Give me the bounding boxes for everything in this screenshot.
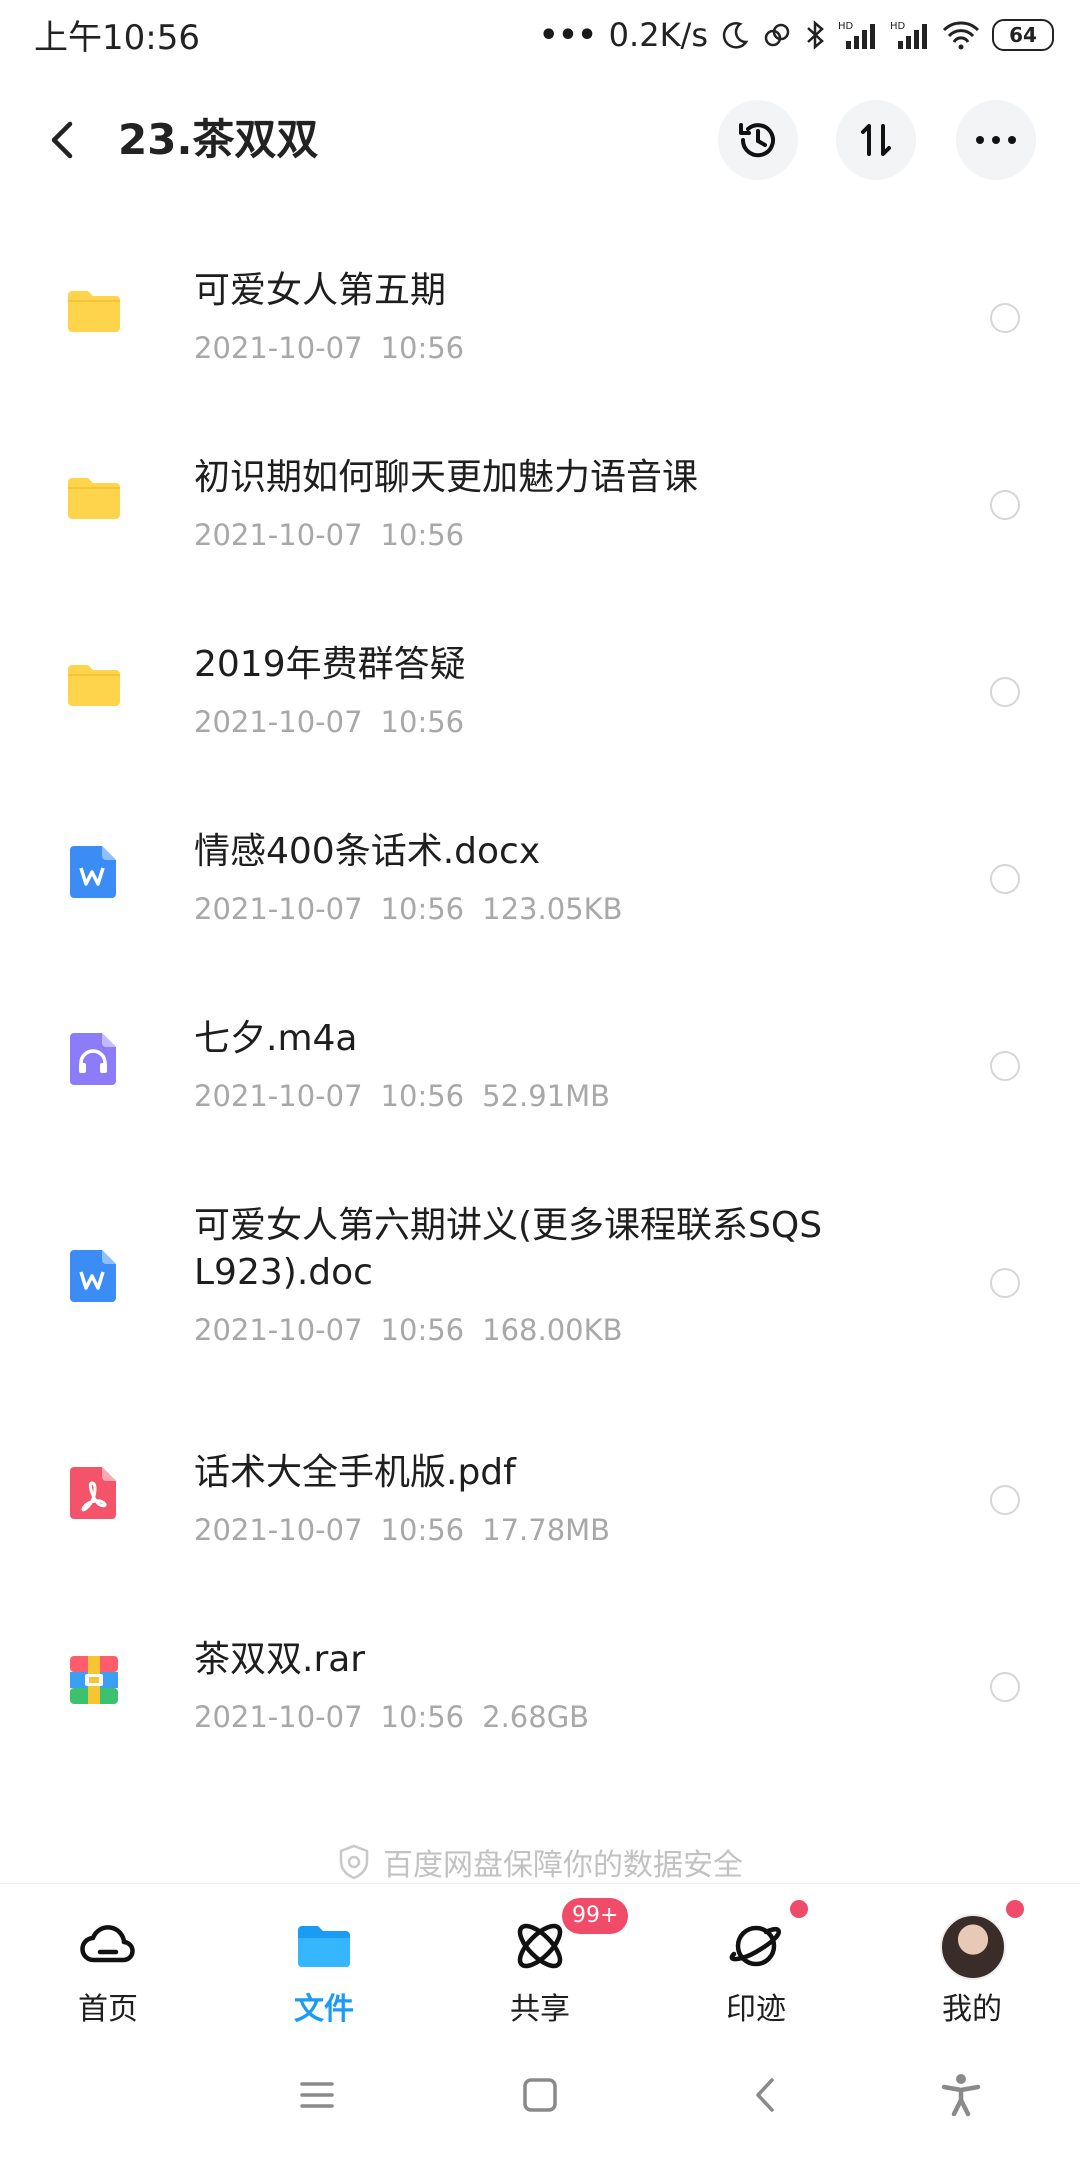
page-title: 23.茶双双 (118, 115, 319, 164)
tab-home[interactable]: 首页 (33, 1914, 183, 2027)
more-notifications-icon: ••• (539, 17, 597, 53)
status-time: 上午10:56 (34, 18, 200, 58)
chevron-left-icon (51, 121, 73, 159)
status-icons: ••• 0.2K/s HD HD 64 (539, 10, 1054, 60)
file-meta: 2021-10-07 10:56 (194, 518, 465, 552)
share-notification-badge: 99+ (562, 1898, 629, 1934)
app-header: 23.茶双双 (0, 90, 1080, 190)
svg-text:HD: HD (838, 21, 854, 32)
file-name: 初识期如何聊天更加魅力语音课 (194, 457, 699, 498)
traces-red-dot (788, 1898, 810, 1920)
folder-icon (68, 478, 120, 519)
select-checkbox[interactable] (990, 1485, 1020, 1515)
file-list: 可爱女人第五期 2021-10-07 10:56 初识期如何聊天更加魅力语音课 2… (0, 215, 1080, 1771)
file-name: 茶双双.rar (194, 1639, 366, 1680)
more-dots-icon (976, 136, 1016, 144)
share-orbit-icon (517, 1923, 563, 1969)
mine-red-dot (1004, 1898, 1026, 1920)
more-options-button[interactable] (956, 100, 1036, 180)
file-meta: 2021-10-07 10:56 (194, 331, 465, 365)
planet-icon (729, 1925, 782, 1967)
security-note-text: 百度网盘保障你的数据安全 (383, 1848, 743, 1883)
tab-label: 共享 (510, 1992, 570, 2027)
file-row-archive[interactable]: 茶双双.rar 2021-10-07 10:56 2.68GB (0, 1584, 1080, 1771)
select-checkbox[interactable] (990, 1268, 1020, 1298)
tab-label: 我的 (942, 1992, 1002, 2027)
wifi-icon (942, 21, 980, 50)
select-checkbox[interactable] (990, 1051, 1020, 1081)
tab-label: 首页 (78, 1992, 138, 2027)
file-meta: 2021-10-07 10:56 52.91MB (194, 1079, 611, 1113)
sort-button[interactable] (836, 100, 916, 180)
accessibility-icon[interactable] (936, 2070, 986, 2120)
pdf-file-icon (70, 1467, 116, 1519)
signal-icon-2: HD (890, 21, 927, 49)
back-nav-icon[interactable] (742, 2070, 792, 2120)
file-meta: 2021-10-07 10:56 (194, 705, 465, 739)
file-meta: 2021-10-07 10:56 2.68GB (194, 1700, 590, 1734)
sort-arrows-icon (861, 124, 891, 156)
menu-icon[interactable] (292, 2070, 342, 2120)
file-name: 话术大全手机版.pdf (194, 1452, 516, 1493)
system-nav-bar (0, 2030, 1080, 2160)
file-row-folder-3[interactable]: 2019年费群答疑 2021-10-07 10:56 (0, 589, 1080, 776)
archive-file-icon (70, 1656, 118, 1704)
select-checkbox[interactable] (990, 490, 1020, 520)
file-row-folder-2[interactable]: 初识期如何聊天更加魅力语音课 2021-10-07 10:56 (0, 402, 1080, 589)
tab-files[interactable]: 文件 (249, 1914, 399, 2027)
folder-icon (68, 291, 120, 332)
file-name: 情感400条话术.docx (194, 831, 541, 872)
bottom-tab-bar: 首页 文件 共享 印迹 我的 (0, 1883, 1080, 2031)
link-icon (764, 23, 790, 47)
tab-label: 印迹 (726, 1992, 786, 2027)
file-row-audio[interactable]: 七夕.m4a 2021-10-07 10:56 52.91MB (0, 963, 1080, 1150)
file-meta: 2021-10-07 10:56 123.05KB (194, 892, 623, 926)
file-row-pdf[interactable]: 话术大全手机版.pdf 2021-10-07 10:56 17.78MB (0, 1397, 1080, 1584)
tab-label: 文件 (294, 1992, 354, 2027)
file-meta: 2021-10-07 10:56 168.00KB (194, 1313, 623, 1347)
file-meta: 2021-10-07 10:56 17.78MB (194, 1513, 611, 1547)
home-square-icon[interactable] (515, 2070, 565, 2120)
signal-icon: HD (838, 21, 875, 49)
moon-icon (722, 22, 749, 49)
status-bar: 上午10:56 ••• 0.2K/s HD HD 64 (0, 0, 1080, 70)
battery-indicator: 64 (992, 19, 1054, 51)
cloud-icon (80, 1925, 135, 1963)
file-name: 七夕.m4a (194, 1018, 358, 1059)
tab-traces[interactable]: 印迹 (681, 1914, 831, 2027)
select-checkbox[interactable] (990, 1672, 1020, 1702)
avatar (940, 1914, 1006, 1980)
history-icon (739, 123, 775, 158)
tab-mine[interactable]: 我的 (897, 1914, 1047, 2027)
bluetooth-icon (807, 20, 824, 50)
file-name: 2019年费群答疑 (194, 644, 466, 685)
network-speed: 0.2K/s (608, 16, 708, 54)
file-row-doc-1[interactable]: 情感400条话术.docx 2021-10-07 10:56 123.05KB (0, 776, 1080, 963)
select-checkbox[interactable] (990, 303, 1020, 333)
file-name: 可爱女人第六期讲义(更多课程联系SQSL923).doc (194, 1205, 823, 1293)
word-doc-icon (70, 846, 116, 898)
back-button[interactable] (42, 110, 90, 170)
word-doc-icon (70, 1250, 116, 1302)
file-row-doc-2[interactable]: 可爱女人第六期讲义(更多课程联系SQSL923).doc 2021-10-07 1… (0, 1150, 1080, 1397)
folder-icon (298, 1926, 350, 1967)
file-name: 可爱女人第五期 (194, 270, 447, 311)
select-checkbox[interactable] (990, 677, 1020, 707)
shield-icon (339, 1844, 369, 1880)
audio-file-icon (70, 1033, 116, 1085)
svg-text:HD: HD (890, 21, 906, 32)
file-row-folder-1[interactable]: 可爱女人第五期 2021-10-07 10:56 (0, 215, 1080, 402)
select-checkbox[interactable] (990, 864, 1020, 894)
security-note: 百度网盘保障你的数据安全 (0, 1840, 1080, 1884)
folder-icon (68, 665, 120, 706)
history-button[interactable] (718, 100, 798, 180)
